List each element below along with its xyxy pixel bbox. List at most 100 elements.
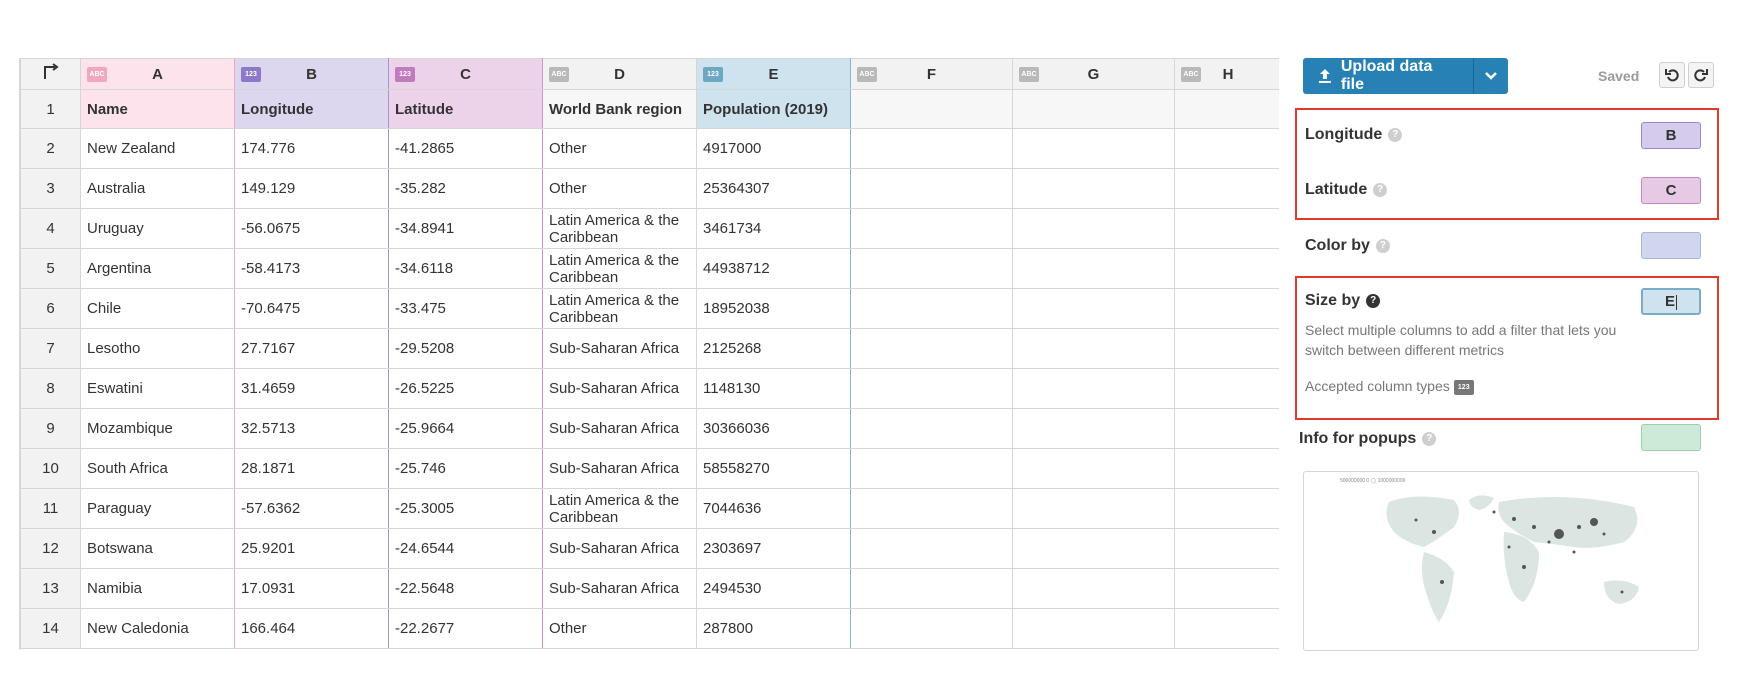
transpose-corner-button[interactable] (20, 58, 81, 90)
cell[interactable] (1174, 568, 1279, 609)
cell[interactable] (850, 168, 1013, 209)
cell[interactable]: Mozambique (80, 408, 235, 449)
cell[interactable] (850, 368, 1013, 409)
help-icon[interactable]: ? (1375, 239, 1390, 253)
cell[interactable] (850, 328, 1013, 369)
cell[interactable] (1174, 528, 1279, 569)
color-by-column-select[interactable] (1641, 232, 1701, 259)
row-number[interactable]: 14 (20, 608, 81, 649)
cell[interactable]: Paraguay (80, 488, 235, 529)
column-header-e[interactable]: 123 E (696, 58, 851, 90)
upload-data-file-button[interactable]: Upload data file (1303, 58, 1473, 94)
cell[interactable] (1012, 89, 1175, 129)
cell[interactable]: Other (542, 128, 697, 169)
cell[interactable]: Latitude (388, 89, 543, 129)
cell[interactable]: -22.5648 (388, 568, 543, 609)
cell[interactable] (1174, 168, 1279, 209)
cell[interactable]: Botswana (80, 528, 235, 569)
cell[interactable] (1012, 448, 1175, 489)
cell[interactable]: Namibia (80, 568, 235, 609)
cell[interactable]: Latin America & the Caribbean (542, 248, 697, 289)
row-number[interactable]: 9 (20, 408, 81, 449)
cell[interactable]: 58558270 (696, 448, 851, 489)
cell[interactable]: Other (542, 168, 697, 209)
cell[interactable] (850, 608, 1013, 649)
cell[interactable]: Sub-Saharan Africa (542, 408, 697, 449)
column-header-g[interactable]: ABC G (1012, 58, 1175, 90)
cell[interactable]: 25.9201 (234, 528, 389, 569)
cell[interactable] (1012, 288, 1175, 329)
cell[interactable]: -25.9664 (388, 408, 543, 449)
column-header-h[interactable]: ABC H (1174, 58, 1279, 90)
row-number[interactable]: 2 (20, 128, 81, 169)
row-number[interactable]: 7 (20, 328, 81, 369)
cell[interactable]: 287800 (696, 608, 851, 649)
cell[interactable]: -34.6118 (388, 248, 543, 289)
cell[interactable] (850, 448, 1013, 489)
help-icon[interactable]: ? (1366, 294, 1381, 308)
cell[interactable]: -41.2865 (388, 128, 543, 169)
latitude-column-select[interactable]: C (1641, 177, 1701, 204)
column-header-f[interactable]: ABC F (850, 58, 1013, 90)
cell[interactable]: New Zealand (80, 128, 235, 169)
size-by-column-input[interactable]: E (1641, 288, 1701, 315)
cell[interactable] (850, 488, 1013, 529)
cell[interactable]: 174.776 (234, 128, 389, 169)
cell[interactable] (850, 528, 1013, 569)
cell[interactable]: Lesotho (80, 328, 235, 369)
help-icon[interactable]: ? (1422, 432, 1437, 446)
cell[interactable]: 32.5713 (234, 408, 389, 449)
cell[interactable]: Sub-Saharan Africa (542, 328, 697, 369)
cell[interactable] (850, 89, 1013, 129)
cell[interactable]: 17.0931 (234, 568, 389, 609)
cell[interactable]: Latin America & the Caribbean (542, 208, 697, 249)
row-number[interactable]: 10 (20, 448, 81, 489)
column-header-b[interactable]: 123 B (234, 58, 389, 90)
cell[interactable]: Sub-Saharan Africa (542, 568, 697, 609)
cell[interactable]: Sub-Saharan Africa (542, 448, 697, 489)
cell[interactable]: 27.7167 (234, 328, 389, 369)
cell[interactable]: 28.1871 (234, 448, 389, 489)
cell[interactable]: 4917000 (696, 128, 851, 169)
cell[interactable]: Other (542, 608, 697, 649)
info-popups-column-select[interactable] (1641, 424, 1701, 451)
cell[interactable]: Latin America & the Caribbean (542, 288, 697, 329)
cell[interactable]: 3461734 (696, 208, 851, 249)
cell[interactable]: Uruguay (80, 208, 235, 249)
cell[interactable]: South Africa (80, 448, 235, 489)
cell[interactable]: -57.6362 (234, 488, 389, 529)
help-icon[interactable]: ? (1373, 183, 1388, 197)
row-number[interactable]: 11 (20, 488, 81, 529)
cell[interactable]: Longitude (234, 89, 389, 129)
cell[interactable] (1012, 488, 1175, 529)
map-preview-thumbnail[interactable]: 500000000 0 ◯ 1000000000 (1303, 471, 1699, 651)
cell[interactable]: Eswatini (80, 368, 235, 409)
cell[interactable] (850, 288, 1013, 329)
cell[interactable]: -58.4173 (234, 248, 389, 289)
cell[interactable] (1174, 408, 1279, 449)
cell[interactable] (1174, 288, 1279, 329)
longitude-column-select[interactable]: B (1641, 122, 1701, 149)
cell[interactable]: 30366036 (696, 408, 851, 449)
cell[interactable] (850, 208, 1013, 249)
cell[interactable]: 44938712 (696, 248, 851, 289)
cell[interactable]: 31.4659 (234, 368, 389, 409)
cell[interactable]: New Caledonia (80, 608, 235, 649)
cell[interactable]: -35.282 (388, 168, 543, 209)
cell[interactable] (850, 408, 1013, 449)
help-icon[interactable]: ? (1388, 128, 1403, 142)
cell[interactable]: 2125268 (696, 328, 851, 369)
cell[interactable]: 18952038 (696, 288, 851, 329)
cell[interactable]: -70.6475 (234, 288, 389, 329)
cell[interactable]: 7044636 (696, 488, 851, 529)
cell[interactable] (1174, 208, 1279, 249)
column-header-c[interactable]: 123 C (388, 58, 543, 90)
row-number[interactable]: 8 (20, 368, 81, 409)
row-number[interactable]: 6 (20, 288, 81, 329)
cell[interactable] (1174, 89, 1279, 129)
cell[interactable]: -34.8941 (388, 208, 543, 249)
cell[interactable]: -25.746 (388, 448, 543, 489)
cell[interactable]: 1148130 (696, 368, 851, 409)
cell[interactable] (1174, 248, 1279, 289)
column-header-d[interactable]: ABC D (542, 58, 697, 90)
